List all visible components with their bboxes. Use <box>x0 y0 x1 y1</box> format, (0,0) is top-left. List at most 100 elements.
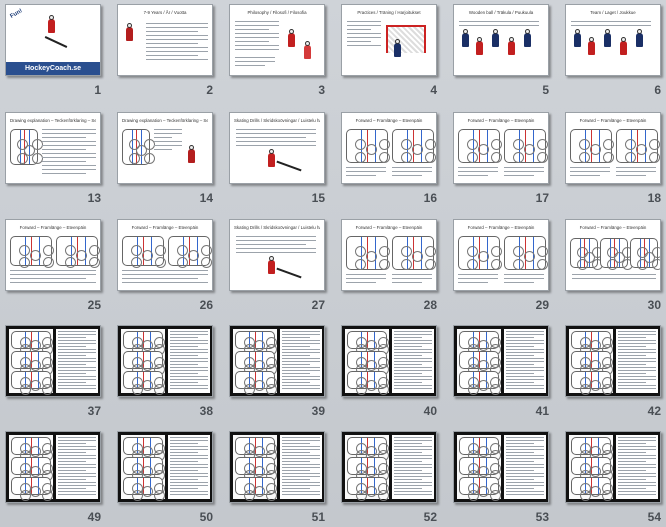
slide-thumbnail[interactable]: Forward – Framlänge – Eteenpäin <box>565 219 661 291</box>
slide-thumbnail[interactable]: Practices / Träning / Harjoitukset <box>341 4 437 76</box>
slide-number: 5 <box>542 83 549 97</box>
player-figure <box>588 37 595 55</box>
slide-thumbnail[interactable]: Skating Drills / Skridskoövningar / Luis… <box>229 112 325 184</box>
text-line <box>618 334 656 335</box>
rink-diagram <box>56 236 100 268</box>
text-line <box>506 482 544 483</box>
scan-text-column <box>168 329 210 393</box>
slide-thumbnail[interactable]: Wooden ball / Träkula / Puukuula <box>453 4 549 76</box>
slide-thumbnail[interactable] <box>453 431 549 503</box>
slide-thumbnail[interactable] <box>453 325 549 397</box>
text-line <box>146 35 208 36</box>
rink-diagram <box>123 331 165 355</box>
slide-thumbnail[interactable]: Forward – Framlänge – Eteenpäin <box>453 112 549 184</box>
text-line <box>58 479 86 480</box>
slide-number: 18 <box>647 191 661 205</box>
scan-text-column <box>616 435 658 499</box>
faceoff-circle <box>29 249 41 261</box>
faceoff-circle <box>590 485 601 497</box>
slide-thumbnail[interactable]: Forward – Framlänge – Eteenpäin <box>453 219 549 291</box>
text-line <box>58 349 96 350</box>
faceoff-circle <box>142 359 153 371</box>
text-line <box>282 485 320 486</box>
text-line <box>282 388 320 389</box>
text-line <box>506 334 544 335</box>
scan-diagram-column <box>457 329 501 395</box>
text-line <box>282 331 320 332</box>
slide-thumbnail[interactable] <box>5 325 101 397</box>
rink-diagram <box>459 457 501 481</box>
text-line <box>394 464 432 465</box>
slide-thumbnail[interactable] <box>117 325 213 397</box>
rink-diagram <box>347 477 389 501</box>
faceoff-circle <box>254 485 265 497</box>
text-line <box>58 331 96 332</box>
slide-thumbnail[interactable]: Team / Laget / Joukkue <box>565 4 661 76</box>
slide-number: 41 <box>535 404 549 418</box>
text-line <box>42 145 96 146</box>
text-line <box>235 49 279 50</box>
text-line <box>235 21 279 22</box>
slide-thumbnail[interactable]: Forward – Framlänge – Eteenpäin <box>341 219 437 291</box>
slide-thumbnail[interactable]: Forward – Framlänge – Eteenpäin <box>341 112 437 184</box>
text-line <box>42 129 96 130</box>
slide-thumbnail[interactable]: Philosophy / Filosofi / Filosofia <box>229 4 325 76</box>
text-line <box>58 337 86 338</box>
slide-thumbnail[interactable]: Forward – Framlänge – Eteenpäin <box>5 219 101 291</box>
slide-thumbnail[interactable] <box>5 431 101 503</box>
slide-thumbnail[interactable] <box>565 325 661 397</box>
slide-thumbnail[interactable] <box>117 431 213 503</box>
text-line <box>236 137 306 138</box>
rink-diagram <box>123 477 165 501</box>
text-line <box>618 491 656 492</box>
text-line <box>58 473 96 474</box>
text-line <box>58 355 86 356</box>
rink-diagram <box>122 129 155 165</box>
faceoff-circle <box>613 251 625 263</box>
text-line <box>506 494 544 495</box>
text-line <box>394 334 432 335</box>
faceoff-circle <box>648 152 660 164</box>
rink-diagram <box>392 129 436 164</box>
text-line <box>394 485 432 486</box>
faceoff-circle <box>478 445 489 457</box>
slide-thumbnail[interactable] <box>229 431 325 503</box>
text-line <box>618 437 656 438</box>
slide-thumbnail[interactable]: Drawing explanation – Teckenförklaring –… <box>117 112 213 184</box>
slide-thumbnail[interactable]: Drawing explanation – Teckenförklaring –… <box>5 112 101 184</box>
text-line <box>170 370 208 371</box>
text-line <box>170 364 198 365</box>
slide-thumbnail[interactable]: Forward – Framlänge – Eteenpäin <box>117 219 213 291</box>
slide-title: Team / Laget / Joukkue <box>590 10 636 15</box>
text-line <box>506 488 534 489</box>
text-line <box>506 455 544 456</box>
text-line <box>170 349 208 350</box>
slide-number: 54 <box>647 510 661 524</box>
text-line <box>347 33 381 34</box>
text-line <box>394 482 432 483</box>
text-line <box>506 452 534 453</box>
faceoff-circle <box>467 245 479 257</box>
slide-thumbnail[interactable]: Forward – Framlänge – Eteenpäin <box>565 112 661 184</box>
text-line <box>236 240 316 241</box>
slide-thumbnail[interactable]: Fun! HockeyCoach.se <box>5 4 101 76</box>
text-line <box>154 133 182 134</box>
faceoff-circle <box>154 256 166 268</box>
slide-thumbnail[interactable]: 7-9 Years / År / Vuotta <box>117 4 213 76</box>
slide-thumbnail[interactable]: Skating Drills / Skridskoövningar / Luis… <box>229 219 325 291</box>
slide-thumbnail[interactable] <box>341 325 437 397</box>
faceoff-circle <box>187 249 199 261</box>
text-line <box>282 361 320 362</box>
slide-thumbnail[interactable] <box>229 325 325 397</box>
faceoff-circle <box>177 256 189 268</box>
text-line <box>618 349 656 350</box>
slide-thumbnail[interactable] <box>341 431 437 503</box>
slide-number: 13 <box>87 191 101 205</box>
text-line <box>392 175 422 176</box>
faceoff-circle <box>625 152 637 164</box>
faceoff-circle <box>75 249 87 261</box>
text-line <box>58 494 96 495</box>
slide-thumbnail[interactable] <box>565 431 661 503</box>
faceoff-circle <box>378 152 390 164</box>
text-line <box>392 278 432 279</box>
